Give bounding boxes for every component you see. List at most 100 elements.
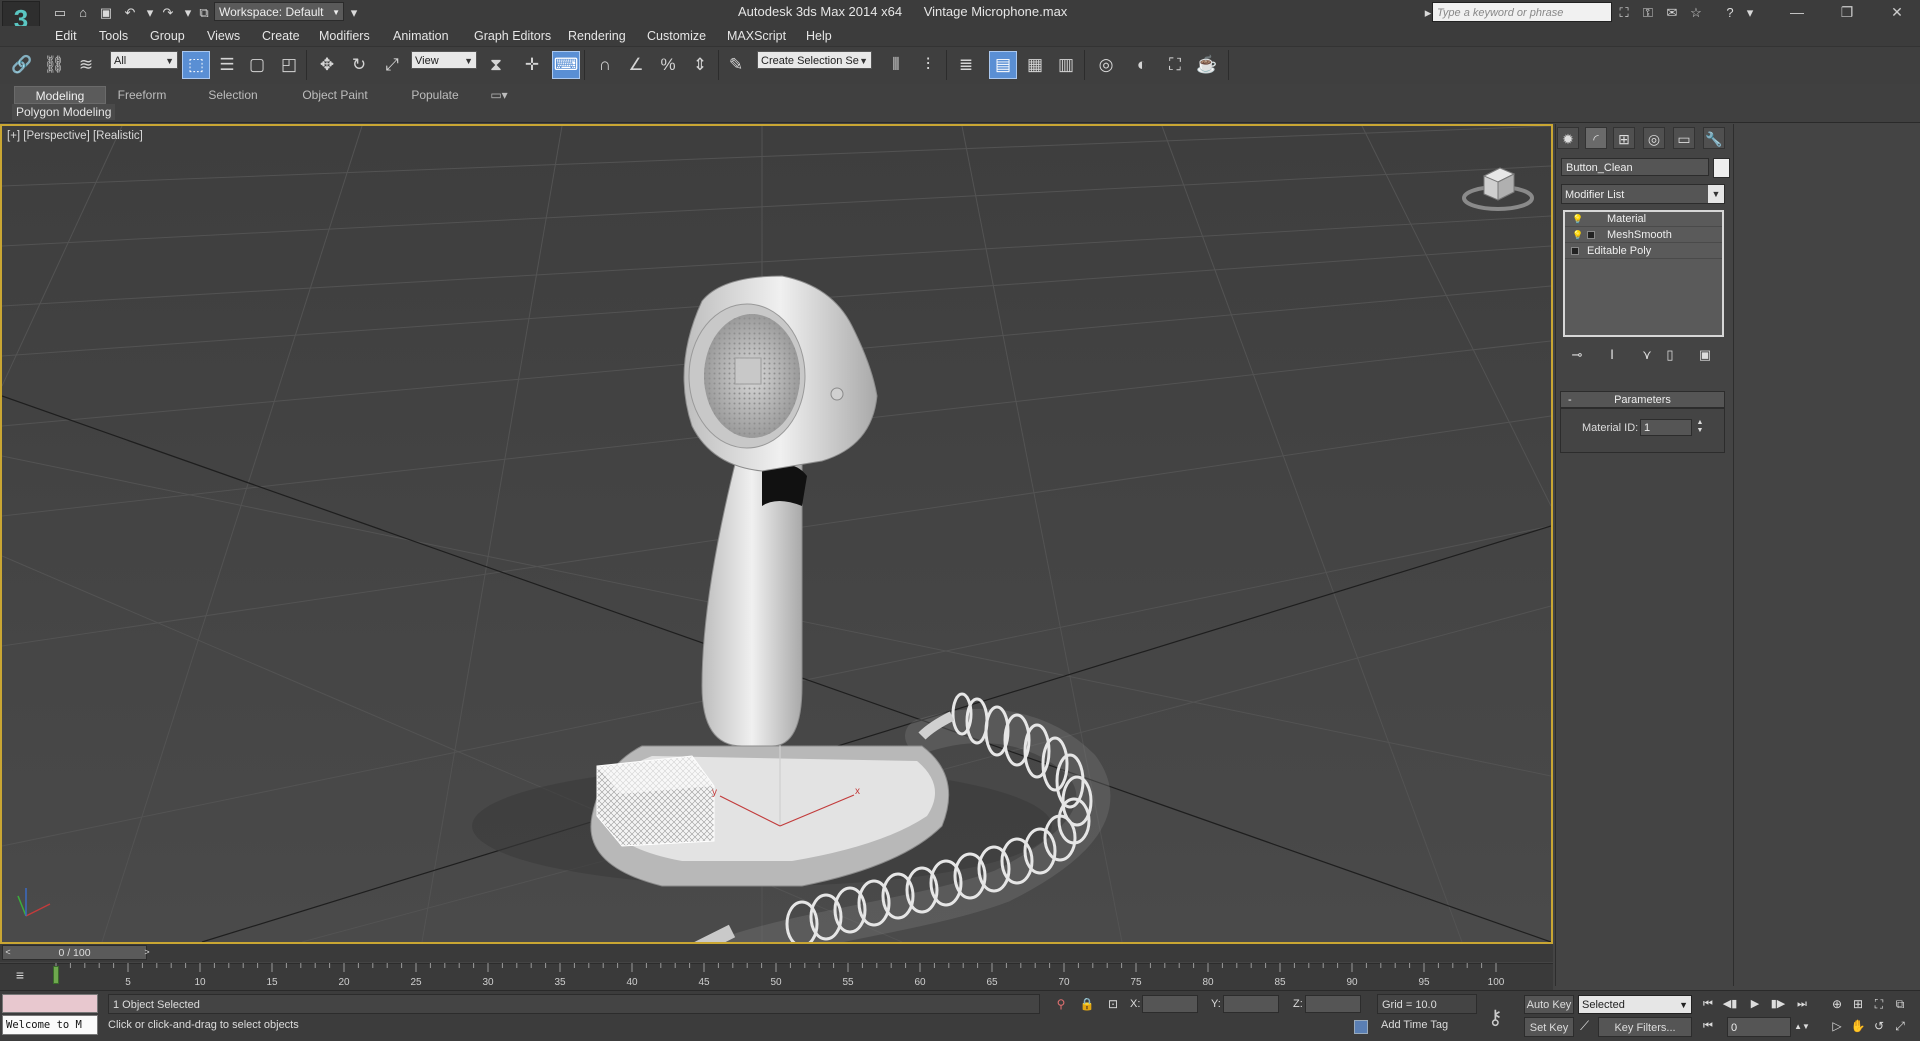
- add-time-tag-button[interactable]: Add Time Tag: [1381, 1019, 1448, 1031]
- next-key-icon[interactable]: ▮▶: [1768, 995, 1788, 1014]
- menu-tools[interactable]: Tools: [99, 27, 128, 45]
- z-coordinate-input[interactable]: [1305, 995, 1361, 1013]
- quick-access-customize-icon[interactable]: ▾: [344, 3, 364, 22]
- percent-snap-toggle-icon[interactable]: %: [654, 51, 682, 79]
- new-file-icon[interactable]: ▭: [50, 3, 70, 22]
- current-frame-marker[interactable]: [53, 966, 59, 984]
- pan-view-icon[interactable]: ✋: [1849, 1017, 1867, 1035]
- zoom-all-icon[interactable]: ⊞: [1849, 995, 1867, 1013]
- isolate-selection-icon[interactable]: ⚲: [1052, 995, 1070, 1013]
- menu-create[interactable]: Create: [262, 27, 300, 45]
- viewcube[interactable]: [1462, 158, 1534, 214]
- time-slider-thumb[interactable]: 0 / 100: [2, 945, 147, 960]
- reference-coordinate-dropdown[interactable]: View ▼: [411, 51, 477, 69]
- modifier-list-dropdown[interactable]: Modifier List ▼: [1561, 184, 1725, 204]
- material-id-input[interactable]: 1: [1640, 419, 1692, 436]
- binoculars-icon[interactable]: ⛶: [1614, 3, 1634, 22]
- expand-toggle-icon[interactable]: [1587, 231, 1595, 239]
- toggle-scene-explorer-icon[interactable]: ≣: [952, 51, 980, 79]
- stack-item-meshsmooth[interactable]: 💡 MeshSmooth: [1565, 228, 1722, 243]
- absolute-mode-icon[interactable]: ⊡: [1104, 995, 1122, 1013]
- menu-help[interactable]: Help: [806, 27, 832, 45]
- help-icon[interactable]: ?: [1720, 3, 1740, 22]
- restore-window-icon[interactable]: ❐: [1830, 2, 1864, 22]
- create-panel-tab-icon[interactable]: ✹: [1557, 127, 1579, 149]
- menu-modifiers[interactable]: Modifiers: [319, 27, 370, 45]
- snaps-toggle-icon[interactable]: ∩: [591, 51, 619, 79]
- field-of-view-icon[interactable]: ▷: [1828, 1017, 1846, 1035]
- schematic-view-icon[interactable]: ◎: [1092, 51, 1120, 79]
- undo-history-dropdown[interactable]: ▾: [140, 3, 160, 22]
- select-and-rotate-icon[interactable]: ↻: [345, 51, 373, 79]
- redo-icon[interactable]: ↷: [158, 3, 178, 22]
- align-icon[interactable]: ⫶: [914, 51, 942, 79]
- open-file-icon[interactable]: ⌂: [73, 3, 93, 22]
- make-unique-icon[interactable]: ⋎: [1636, 346, 1658, 364]
- set-key-button[interactable]: Set Key: [1524, 1017, 1574, 1037]
- utilities-panel-tab-icon[interactable]: 🔧: [1703, 127, 1725, 149]
- perspective-viewport[interactable]: x y: [0, 124, 1553, 944]
- maxscript-mini-listener-top[interactable]: [2, 994, 98, 1013]
- frame-spinner-icon[interactable]: ▲▼: [1792, 1017, 1812, 1036]
- ribbon-tab-object-paint[interactable]: Object Paint: [296, 86, 374, 104]
- render-setup-icon[interactable]: ⛶: [1161, 51, 1189, 79]
- help-search-input[interactable]: Type a keyword or phrase: [1432, 2, 1612, 22]
- select-and-link-icon[interactable]: 🔗: [8, 51, 36, 79]
- hierarchy-panel-tab-icon[interactable]: ⊞: [1613, 127, 1635, 149]
- default-in-out-tangents-icon[interactable]: ⟋: [1580, 1018, 1589, 1034]
- render-production-icon[interactable]: ☕: [1193, 51, 1221, 79]
- go-to-start-icon[interactable]: ⏮: [1698, 995, 1718, 1014]
- material-editor-icon[interactable]: ◐: [1128, 51, 1156, 79]
- rectangular-selection-region-icon[interactable]: ▢: [243, 51, 271, 79]
- configure-modifier-sets-icon[interactable]: ▣: [1694, 346, 1716, 364]
- expand-toggle-icon[interactable]: [1571, 247, 1579, 255]
- key-filters-button[interactable]: Key Filters...: [1598, 1017, 1692, 1037]
- ribbon-options-icon[interactable]: ▭▾: [484, 86, 514, 104]
- object-name-field[interactable]: Button_Clean: [1561, 158, 1709, 176]
- maxscript-mini-listener[interactable]: Welcome to M: [2, 1015, 98, 1035]
- timeline-ruler[interactable]: 5 10 15 20 25 30 35 40 45 50 55 60 65 70 75 80 85 90 95 100: [52, 963, 1552, 989]
- menu-rendering[interactable]: Rendering: [568, 27, 626, 45]
- lightbulb-icon[interactable]: 💡: [1572, 212, 1583, 227]
- communication-icon[interactable]: ✉: [1662, 3, 1682, 22]
- select-and-manipulate-icon[interactable]: ✛: [518, 51, 546, 79]
- zoom-extents-all-icon[interactable]: ⧉: [1891, 995, 1909, 1013]
- unlink-selection-icon[interactable]: ⛓: [40, 51, 68, 79]
- play-icon[interactable]: ▶: [1745, 995, 1765, 1014]
- favorites-star-icon[interactable]: ☆: [1686, 3, 1706, 22]
- subscription-key-icon[interactable]: ⚿: [1638, 3, 1658, 22]
- set-keys-key-icon[interactable]: ⚷: [1488, 1005, 1503, 1030]
- maximize-viewport-toggle-icon[interactable]: ⤢: [1891, 1017, 1909, 1035]
- x-coordinate-input[interactable]: [1142, 995, 1198, 1013]
- open-mini-curve-editor-icon[interactable]: ≡: [8, 966, 32, 984]
- previous-frame-icon[interactable]: <: [2, 945, 14, 960]
- select-and-move-icon[interactable]: ✥: [313, 51, 341, 79]
- ribbon-tab-selection[interactable]: Selection: [198, 86, 268, 104]
- zoom-extents-icon[interactable]: ⛶: [1870, 995, 1888, 1013]
- stack-item-editable-poly[interactable]: Editable Poly: [1565, 244, 1722, 259]
- bind-to-space-warp-icon[interactable]: ≋: [72, 51, 100, 79]
- select-by-name-icon[interactable]: ☰: [213, 51, 241, 79]
- menu-graph-editors[interactable]: Graph Editors: [474, 27, 551, 45]
- previous-key-icon[interactable]: ◀▮: [1720, 995, 1740, 1014]
- help-dropdown-icon[interactable]: ▾: [1740, 3, 1760, 22]
- save-file-icon[interactable]: ▣: [96, 3, 116, 22]
- curve-editor-icon[interactable]: ▥: [1052, 51, 1080, 79]
- workspace-dropdown[interactable]: Workspace: Default ▼: [214, 2, 344, 21]
- parameters-rollout-header[interactable]: - Parameters: [1560, 391, 1725, 408]
- window-crossing-icon[interactable]: ◰: [275, 51, 303, 79]
- display-panel-tab-icon[interactable]: ▭: [1673, 127, 1695, 149]
- zoom-icon[interactable]: ⊕: [1828, 995, 1846, 1013]
- select-object-icon[interactable]: ⬚: [182, 51, 210, 79]
- selection-filter-dropdown[interactable]: All ▼: [110, 51, 178, 69]
- motion-panel-tab-icon[interactable]: ◎: [1643, 127, 1665, 149]
- menu-views[interactable]: Views: [207, 27, 240, 45]
- minimize-window-icon[interactable]: —: [1780, 2, 1814, 22]
- ribbon-tab-populate[interactable]: Populate: [404, 86, 466, 104]
- toggle-layer-explorer-icon[interactable]: ▤: [989, 51, 1017, 79]
- modify-panel-tab-icon[interactable]: ◜: [1585, 127, 1607, 149]
- graphite-modeling-tools-icon[interactable]: ▦: [1021, 51, 1049, 79]
- use-pivot-center-icon[interactable]: ⧗: [482, 51, 510, 79]
- menu-maxscript[interactable]: MAXScript: [727, 27, 786, 45]
- selection-lock-icon[interactable]: 🔒: [1078, 995, 1096, 1013]
